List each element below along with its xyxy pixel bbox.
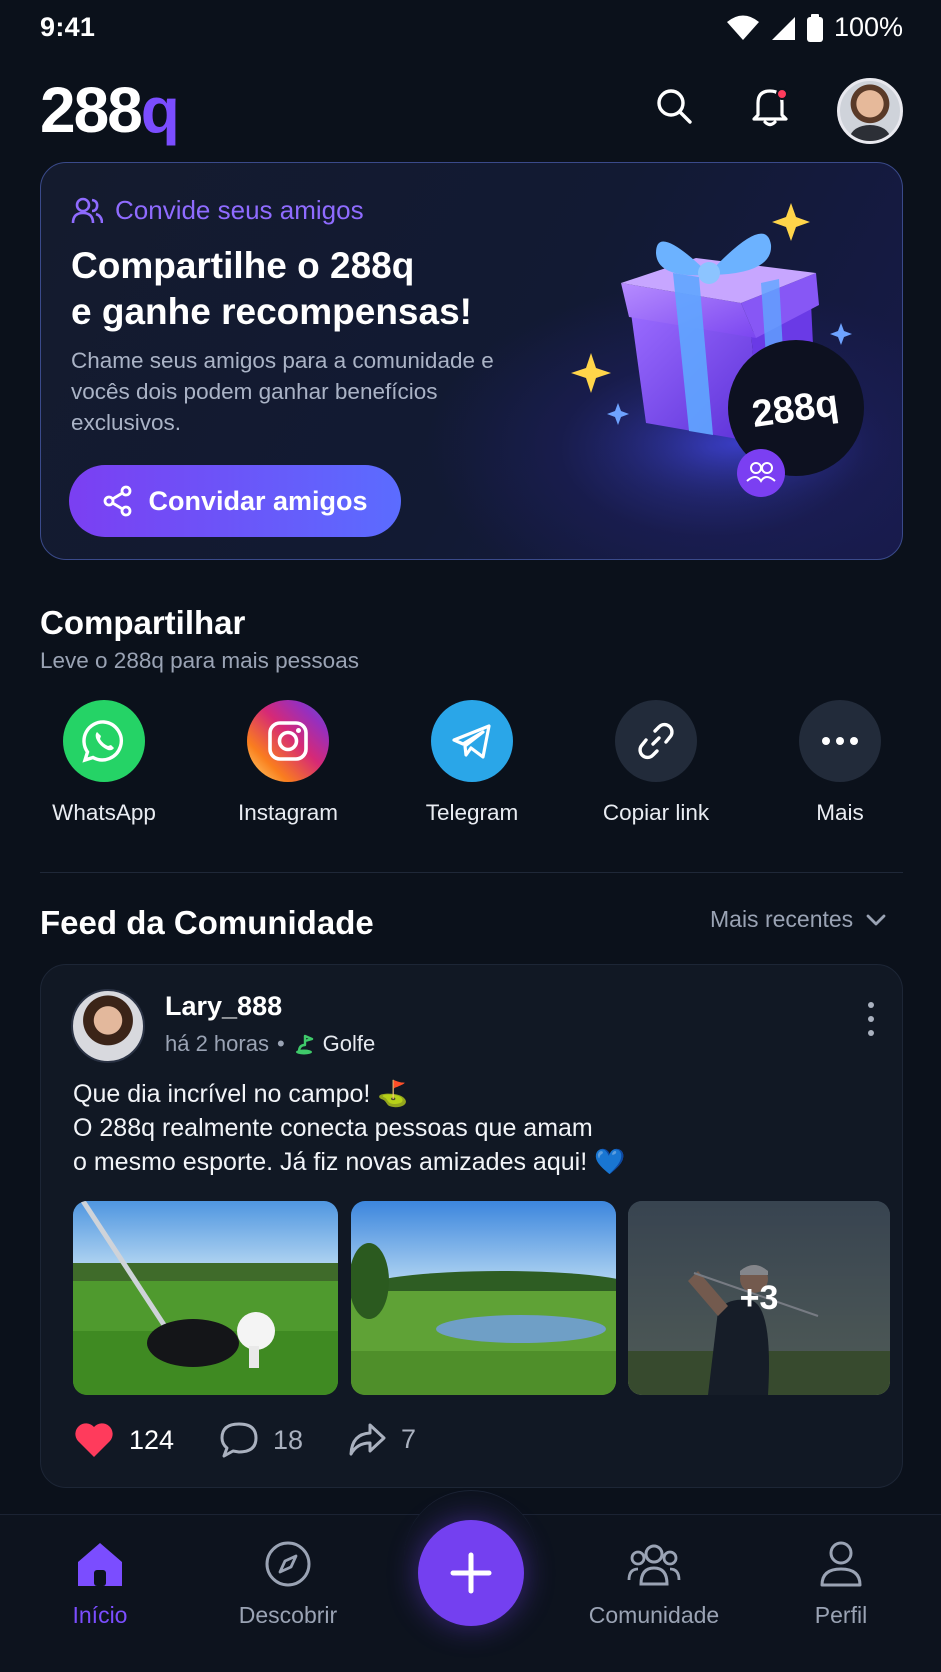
compass-icon: [265, 1541, 311, 1587]
instagram-icon: [247, 700, 329, 782]
share-post-button[interactable]: 7: [347, 1421, 416, 1457]
nav-item-perfil[interactable]: Perfil: [766, 1540, 916, 1629]
more-icon: [799, 700, 881, 782]
feed-title: Feed da Comunidade: [40, 904, 374, 941]
share-section-title: Compartilhar: [40, 604, 246, 641]
battery-icon: [806, 13, 823, 42]
whatsapp-icon: [63, 700, 145, 782]
comment-count: 18: [273, 1424, 304, 1455]
nav-label: Descobrir: [238, 1602, 338, 1628]
share-icon: [104, 485, 132, 517]
wifi-icon: [726, 15, 759, 40]
post-author-name[interactable]: Lary_888: [165, 991, 282, 1022]
post-image-golfer[interactable]: +3: [628, 1201, 890, 1395]
invite-description: Chame seus amigos para a comunidade e vo…: [71, 348, 494, 435]
like-button[interactable]: 124: [73, 1421, 174, 1459]
logo-text: 288: [40, 74, 143, 146]
nav-label: Perfil: [814, 1602, 868, 1628]
post-card: Lary_888 há 2 horas • Golfe Que dia incr…: [40, 964, 903, 1488]
feed-sort-label: Mais recentes: [710, 906, 854, 932]
invite-tag: Convide seus amigos: [71, 195, 364, 226]
invite-button-label: Convidar amigos: [148, 485, 368, 516]
nav-label: Comunidade: [588, 1602, 720, 1628]
share-telegram[interactable]: Telegram: [402, 700, 542, 826]
link-icon: [615, 700, 697, 782]
comment-button[interactable]: 18: [219, 1421, 303, 1459]
notification-dot: [776, 88, 788, 100]
section-divider: [40, 872, 903, 873]
heart-icon: [75, 1423, 113, 1457]
like-count: 124: [129, 1424, 175, 1455]
search-button[interactable]: [650, 82, 698, 130]
user-avatar[interactable]: [837, 78, 903, 144]
users-icon: [71, 197, 103, 223]
nav-item-descobrir[interactable]: Descobrir: [213, 1540, 363, 1629]
comment-icon: [220, 1422, 258, 1458]
create-post-button[interactable]: [418, 1520, 524, 1626]
share-label: WhatsApp: [52, 800, 156, 825]
app-logo[interactable]: 288q: [40, 72, 180, 148]
telegram-icon: [431, 700, 513, 782]
notifications-button[interactable]: [746, 82, 794, 130]
share-section-subtitle: Leve o 288q para mais pessoas: [40, 648, 359, 673]
share-label: Mais: [816, 800, 864, 825]
post-text: Que dia incrível no campo! ⛳ O 288q real…: [73, 1080, 626, 1176]
status-time: 9:41: [40, 12, 96, 42]
share-label: Instagram: [237, 800, 339, 825]
invite-title-line1: Compartilhe o 288q: [71, 245, 415, 286]
post-options-button[interactable]: [861, 999, 881, 1039]
gift-illustration: 288q: [571, 203, 891, 513]
post-sport[interactable]: Golfe: [323, 1031, 376, 1057]
more-images-count: +3: [628, 1201, 890, 1395]
share-label: Copiar link: [602, 800, 710, 825]
logo-accent: q: [140, 74, 180, 146]
invite-card: Convide seus amigos Compartilhe o 288q e…: [40, 162, 903, 560]
share-instagram[interactable]: Instagram: [218, 700, 358, 826]
invite-title-line2: e ganhe recompensas!: [71, 291, 472, 332]
post-image-golf-club[interactable]: [73, 1201, 338, 1395]
share-count: 7: [401, 1423, 417, 1454]
share-more[interactable]: Mais: [770, 700, 910, 826]
post-time: há 2 horas: [165, 1031, 269, 1056]
nav-item-comunidade[interactable]: Comunidade: [579, 1540, 729, 1629]
post-author-avatar[interactable]: [71, 989, 145, 1063]
invite-tag-label: Convide seus amigos: [115, 195, 364, 225]
post-meta: há 2 horas • Golfe: [165, 1031, 375, 1057]
meta-separator: •: [276, 1031, 285, 1056]
share-label: Telegram: [425, 800, 519, 825]
chevron-down-icon: [866, 914, 886, 925]
status-icons: 100%: [726, 12, 903, 43]
forward-icon: [349, 1423, 386, 1456]
nav-label: Início: [72, 1602, 128, 1628]
share-whatsapp[interactable]: WhatsApp: [34, 700, 174, 826]
feed-sort-dropdown[interactable]: Mais recentes: [710, 906, 887, 933]
share-copy-link[interactable]: Copiar link: [586, 700, 726, 826]
nav-item-inicio[interactable]: Início: [25, 1540, 175, 1629]
plus-icon: [450, 1552, 492, 1594]
invite-title: Compartilhe o 288q e ganhe recompensas!: [71, 243, 551, 335]
battery-percent: 100%: [833, 12, 903, 42]
home-icon: [78, 1543, 122, 1586]
signal-icon: [771, 16, 795, 40]
search-icon: [657, 89, 692, 124]
profile-icon: [820, 1541, 862, 1587]
post-image-golf-course[interactable]: [351, 1201, 616, 1395]
community-icon: [627, 1544, 681, 1586]
golf-icon: [295, 1034, 313, 1055]
invite-friends-button[interactable]: Convidar amigos: [69, 465, 401, 537]
